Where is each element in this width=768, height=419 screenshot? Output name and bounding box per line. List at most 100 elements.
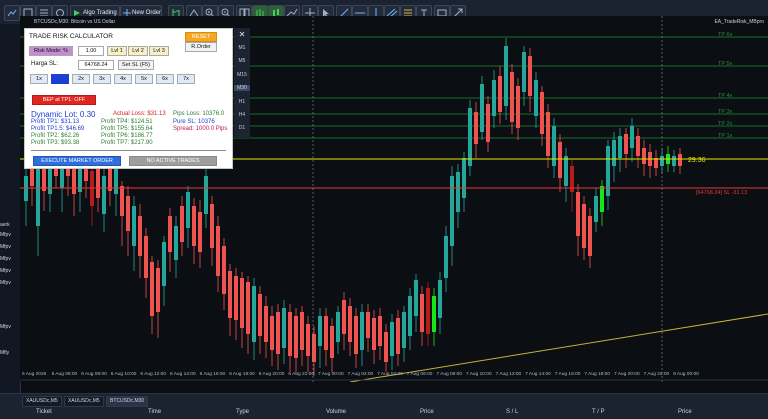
calculator-title: TRADE RISK CALCULATOR	[29, 33, 113, 40]
multiplier-4x-button[interactable]: 4x	[114, 74, 132, 84]
x-axis-tick-label: 6 Aug 08:00	[81, 371, 107, 377]
timeframe-m1[interactable]: M1	[234, 45, 250, 51]
candle	[252, 286, 256, 342]
candle	[198, 212, 202, 252]
column-current-price[interactable]: Price	[678, 409, 692, 415]
candle	[594, 196, 598, 222]
take-profit-label: TP 3x	[718, 109, 733, 115]
r-order-button[interactable]: R.Order	[185, 42, 217, 52]
x-axis-tick-label: 6 Aug 12:00	[140, 371, 166, 377]
timeframe-m15[interactable]: M15	[234, 72, 250, 78]
profit-tp5: Profit TP5: $155.64	[101, 126, 153, 132]
timeframe-h1[interactable]: H1	[234, 99, 250, 105]
candle	[330, 326, 334, 358]
close-icon[interactable]: ✕	[234, 30, 250, 39]
risk-value-input[interactable]: 1.00	[78, 46, 104, 56]
left-panel-label: Mfly	[0, 350, 10, 356]
candle	[114, 166, 118, 194]
candle	[558, 142, 562, 178]
candle	[498, 76, 502, 112]
x-axis-tick-label: 7 Aug 04:00	[377, 371, 403, 377]
chart-tab[interactable]: XAUUSDc,M5	[22, 396, 62, 407]
take-profit-label: TP 1x	[718, 133, 733, 139]
execute-market-order-button[interactable]: EXECUTE MARKET ORDER	[33, 156, 121, 166]
terminal-panel: XAUUSDc,M5 XAUUSDc,M5 BTCUSDc,M30 Ticket…	[0, 393, 768, 419]
set-sl-button[interactable]: Set SL (F5)	[118, 60, 154, 70]
candle	[276, 312, 280, 354]
candle	[186, 192, 190, 228]
column-stop-loss[interactable]: S / L	[506, 409, 518, 415]
candle	[612, 140, 616, 166]
candle	[348, 306, 352, 342]
multiplier-3x-button[interactable]: 3x	[93, 74, 111, 84]
take-profit-label: TP 5x	[718, 61, 733, 67]
candle	[300, 312, 304, 350]
candle	[372, 318, 376, 350]
column-take-profit[interactable]: T / P	[592, 409, 605, 415]
left-panel-label: Mfpv	[0, 280, 11, 286]
candle	[156, 268, 160, 312]
multiplier-2x-button[interactable]: 2x	[72, 74, 90, 84]
x-axis-tick-label: 7 Aug 12:00	[496, 371, 522, 377]
multiplier-5x-button[interactable]: 5x	[135, 74, 153, 84]
bep-toggle-button[interactable]: BEP at TP1: OFF	[32, 95, 96, 105]
column-volume[interactable]: Volume	[326, 409, 346, 415]
lvl-3-button[interactable]: Lvl 3	[149, 46, 169, 56]
harga-sl-input[interactable]: 64768.24	[78, 60, 114, 70]
left-panel-label: Mfpv	[0, 232, 11, 238]
reset-button[interactable]: RESET	[185, 32, 217, 42]
column-ticket[interactable]: Ticket	[36, 409, 52, 415]
multiplier-6x-button[interactable]: 6x	[156, 74, 174, 84]
column-type[interactable]: Type	[236, 409, 249, 415]
multiplier-selected-button[interactable]	[51, 74, 69, 84]
candle	[516, 86, 520, 128]
candle	[126, 196, 130, 231]
candle	[324, 316, 328, 350]
candle	[414, 280, 418, 316]
profit-tp4: Profit TP4: $124.51	[101, 119, 153, 125]
x-axis-tick-label: 8 Aug 00:00	[673, 371, 699, 377]
x-axis-tick-label: 7 Aug 16:00	[555, 371, 581, 377]
multiplier-7x-button[interactable]: 7x	[177, 74, 195, 84]
take-profit-label: TP 6x	[718, 32, 733, 38]
x-axis-tick-label: 6 Aug 18:00	[229, 371, 255, 377]
candle	[486, 104, 490, 142]
actual-loss-value: Actual Loss: $31.13	[113, 111, 166, 117]
candle	[174, 226, 178, 260]
candle	[294, 316, 298, 358]
candle	[546, 112, 550, 156]
timeframe-m5[interactable]: M5	[234, 58, 250, 64]
lvl-2-button[interactable]: Lvl 2	[128, 46, 148, 56]
candle	[120, 186, 124, 216]
candle	[672, 156, 676, 166]
multiplier-1x-button[interactable]: 1x	[30, 74, 48, 84]
new-chart-icon[interactable]	[4, 5, 20, 21]
column-time[interactable]: Time	[148, 409, 161, 415]
chart-tab-active[interactable]: BTCUSDc,M30	[106, 396, 149, 407]
left-panel-label: Mfpv	[0, 268, 11, 274]
chart-title: BTCUSDc,M30: Bitcoin vs US Dollar	[34, 19, 116, 25]
harga-sl-label: Harga SL:	[31, 61, 59, 67]
candle	[360, 312, 364, 350]
candle	[474, 112, 478, 144]
candle	[456, 172, 460, 212]
left-panel: aerk Mfpv Mfpv Mfpv Mfpv Mfpv Mfpv Mfly	[0, 24, 21, 394]
candle	[162, 242, 166, 286]
lvl-1-button[interactable]: Lvl 1	[107, 46, 127, 56]
candle	[102, 176, 106, 214]
timeframe-h4[interactable]: H4	[234, 112, 250, 118]
candle	[132, 206, 136, 246]
candle	[396, 318, 400, 354]
chart-tab[interactable]: XAUUSDc,M5	[64, 396, 104, 407]
left-panel-label: Mfpv	[0, 256, 11, 262]
candle	[216, 226, 220, 276]
candle	[192, 206, 196, 246]
candle	[522, 52, 526, 92]
timeframe-d1[interactable]: D1	[234, 125, 250, 131]
profit-tp1-5: Profit TP1.5: $46.69	[31, 126, 85, 132]
timeframe-m30[interactable]: M30	[234, 85, 250, 91]
candle	[234, 276, 238, 320]
profit-tp7: Profit TP7: $217.90	[101, 140, 153, 146]
column-price[interactable]: Price	[420, 409, 434, 415]
risk-mode-button[interactable]: Risk Mode: %	[29, 46, 73, 56]
